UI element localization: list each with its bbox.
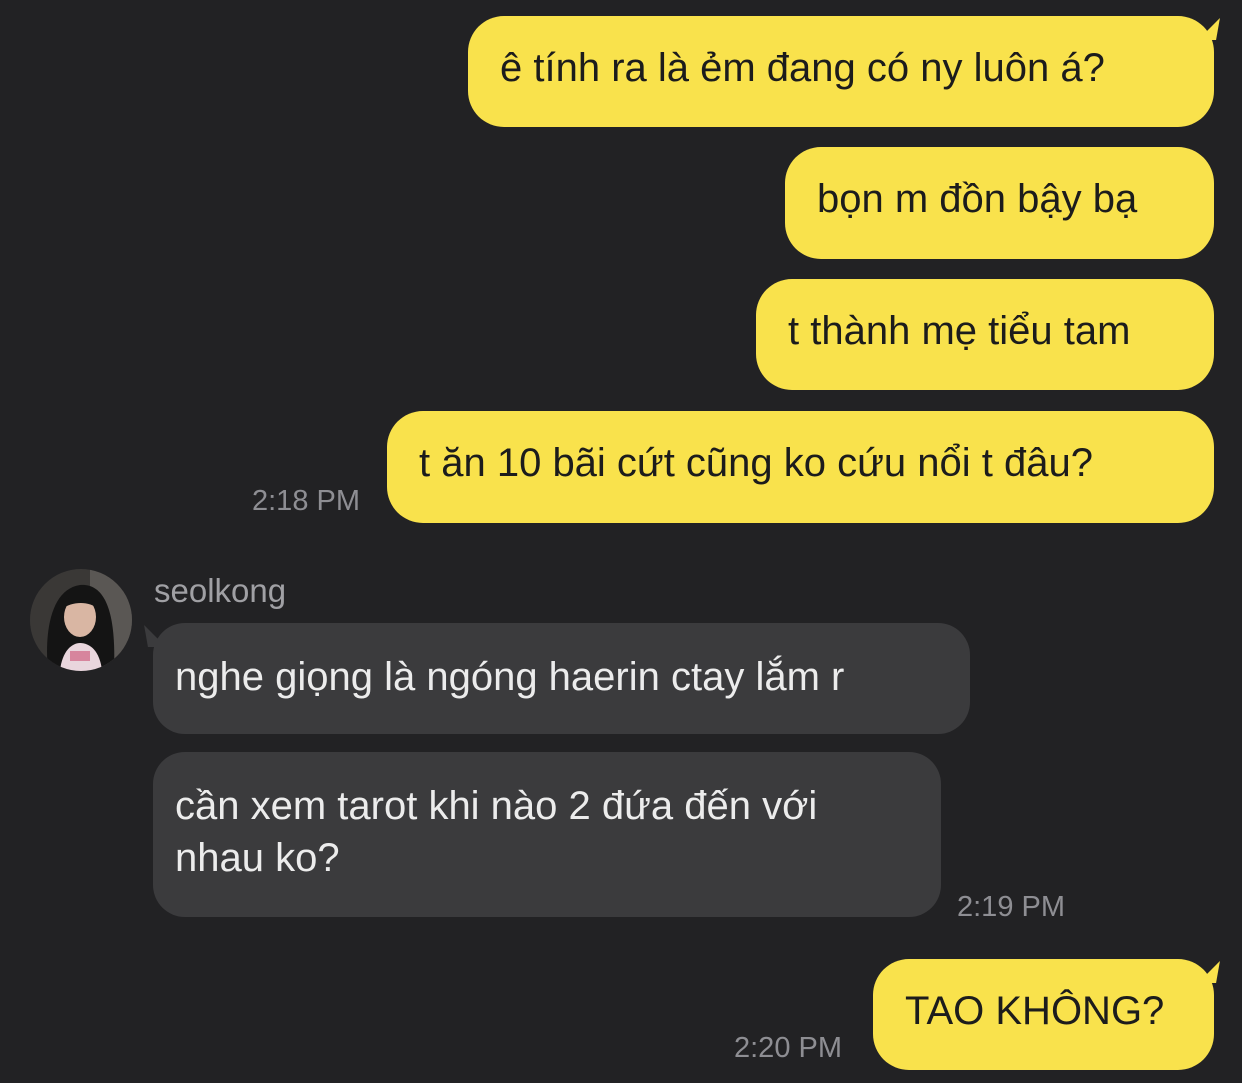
bubble-tail bbox=[1198, 18, 1220, 40]
outgoing-message[interactable]: t ăn 10 bãi cứt cũng ko cứu nổi t đâu? bbox=[387, 411, 1214, 523]
bubble-tail bbox=[144, 625, 166, 647]
timestamp: 2:18 PM bbox=[252, 485, 360, 517]
timestamp: 2:20 PM bbox=[734, 1032, 842, 1064]
message-text: nghe giọng là ngóng haerin ctay lắm r bbox=[175, 655, 845, 699]
outgoing-message[interactable]: ê tính ra là ẻm đang có ny luôn á? bbox=[468, 16, 1214, 127]
message-text: bọn m đồn bậy bạ bbox=[817, 177, 1138, 221]
bubble-tail bbox=[1198, 961, 1220, 983]
chat-thread: ê tính ra là ẻm đang có ny luôn á? bọn m… bbox=[0, 0, 1242, 1083]
outgoing-message[interactable]: bọn m đồn bậy bạ bbox=[785, 147, 1214, 259]
message-text: ê tính ra là ẻm đang có ny luôn á? bbox=[500, 46, 1105, 90]
avatar-photo-icon bbox=[30, 569, 132, 671]
message-text: cần xem tarot khi nào 2 đứa đến với nhau… bbox=[175, 784, 818, 880]
message-text: t ăn 10 bãi cứt cũng ko cứu nổi t đâu? bbox=[419, 441, 1093, 485]
outgoing-message[interactable]: TAO KHÔNG? bbox=[873, 959, 1214, 1070]
incoming-message[interactable]: nghe giọng là ngóng haerin ctay lắm r bbox=[153, 623, 970, 734]
incoming-message[interactable]: cần xem tarot khi nào 2 đứa đến với nhau… bbox=[153, 752, 941, 917]
message-text: t thành mẹ tiểu tam bbox=[788, 309, 1131, 353]
outgoing-message[interactable]: t thành mẹ tiểu tam bbox=[756, 279, 1214, 390]
message-text: TAO KHÔNG? bbox=[905, 989, 1165, 1033]
avatar[interactable] bbox=[30, 569, 132, 671]
timestamp: 2:19 PM bbox=[957, 891, 1065, 923]
sender-name: seolkong bbox=[154, 572, 287, 609]
